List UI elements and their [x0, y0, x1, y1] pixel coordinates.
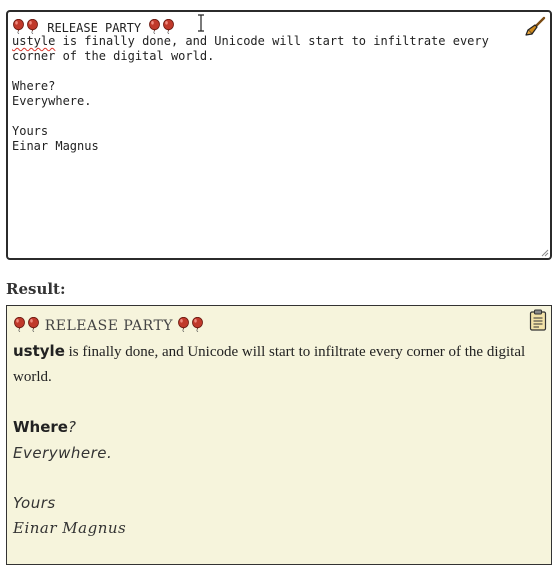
result-strong-word: ustyle	[13, 342, 65, 360]
balloon-icon	[177, 317, 190, 332]
editor-title-text: RELEASE PARTY	[47, 21, 142, 35]
balloon-icon	[162, 19, 175, 34]
result-blank-line	[13, 390, 545, 415]
editor-line-9: Einar Magnus	[12, 139, 99, 153]
editor-blank-line	[12, 64, 546, 79]
editor-line-2: ustyle is finally done, and Unicode will…	[12, 34, 546, 49]
resize-handle[interactable]	[539, 247, 549, 257]
result-label: Result:	[6, 280, 66, 298]
result-paragraph: ustyle is finally done, and Unicode will…	[13, 339, 545, 390]
clipboard-icon[interactable]	[529, 309, 547, 331]
balloon-icon	[148, 19, 161, 34]
balloon-icon	[13, 317, 26, 332]
balloon-icon	[191, 317, 204, 332]
balloon-icon	[27, 317, 40, 332]
editor-blank-line	[12, 109, 546, 124]
balloon-icon	[26, 19, 39, 34]
result-where-line: Where?	[13, 415, 545, 441]
result-panel: RELEASE PARTY ustyle is finally done, an…	[6, 305, 552, 565]
editor-line-6: Everywhere.	[12, 94, 92, 108]
result-where: Where	[13, 418, 68, 436]
result-everywhere: Everywhere.	[13, 444, 113, 462]
result-body-text: is finally done, and Unicode will start …	[13, 344, 526, 385]
editor-line-8: Yours	[12, 124, 49, 138]
result-title-line: RELEASE PARTY	[13, 314, 545, 339]
result-yours: Yours	[13, 494, 56, 512]
balloon-icon	[12, 19, 25, 34]
editor-line-1: RELEASE PARTY	[12, 19, 546, 35]
broom-icon[interactable]	[524, 16, 546, 38]
result-title: RELEASE PARTY	[44, 318, 174, 334]
editor-line-3: corner of the digital world.	[12, 49, 215, 63]
result-signature: Einar Magnus	[13, 519, 127, 537]
text-editor[interactable]: RELEASE PARTY ustyle is finally done, an…	[6, 10, 552, 260]
editor-line-2-text: is finally done, and Unicode will start …	[62, 34, 489, 48]
result-where-punct: ?	[67, 418, 77, 436]
editor-line-5: Where?	[12, 79, 56, 93]
misspelled-word: ustyle	[12, 34, 56, 48]
result-blank-line	[13, 466, 545, 491]
text-cursor-icon	[198, 14, 204, 32]
